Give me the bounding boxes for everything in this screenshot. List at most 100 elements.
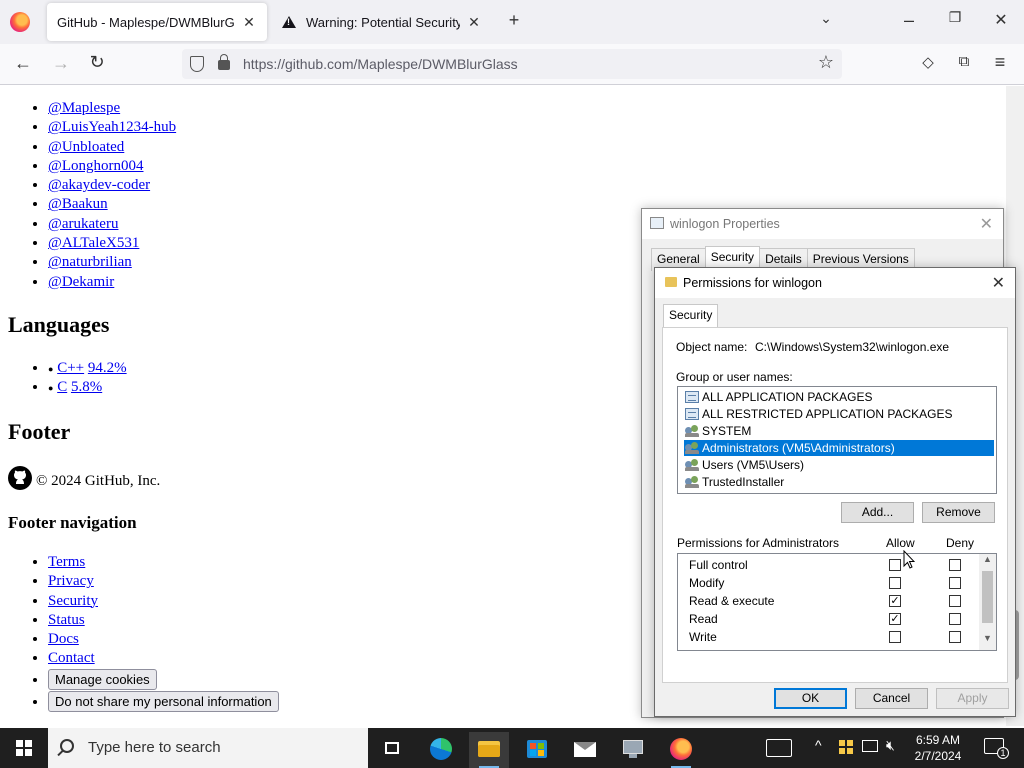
language-percent[interactable]: 5.8% <box>71 379 102 395</box>
volume-muted-icon[interactable]: 🔇︎ <box>886 737 895 754</box>
deny-read-execute-checkbox[interactable] <box>949 595 961 607</box>
windows-start-icon[interactable] <box>16 740 32 756</box>
back-arrow-icon[interactable]: ← <box>12 53 34 74</box>
list-item[interactable]: Users (VM5\Users) <box>684 457 994 473</box>
close-icon[interactable]: ✕ <box>241 14 257 31</box>
show-hidden-icons-icon[interactable]: ^ <box>815 737 822 753</box>
clock[interactable]: 6:59 AM 2/7/2024 <box>912 732 964 764</box>
edge-icon[interactable] <box>421 732 461 768</box>
deny-full-control-checkbox[interactable] <box>949 559 961 571</box>
network-app-icon[interactable] <box>613 732 653 768</box>
reload-icon[interactable]: ↻ <box>86 52 108 73</box>
contributor-link[interactable]: @Baakun <box>48 196 108 212</box>
minimize-button[interactable]: – <box>898 10 920 31</box>
contributor-link[interactable]: @ALTaleX531 <box>48 235 139 251</box>
contributor-link[interactable]: @akaydev-coder <box>48 177 150 193</box>
add-button[interactable]: Add... <box>841 502 914 523</box>
footer-link-status[interactable]: Status <box>48 612 85 628</box>
cancel-button[interactable]: Cancel <box>855 688 928 709</box>
scroll-up-arrow-icon[interactable]: ▲ <box>979 554 996 571</box>
list-item-selected[interactable]: Administrators (VM5\Administrators) <box>684 440 994 456</box>
allow-read-checkbox[interactable]: ✓ <box>889 613 901 625</box>
bookmark-star-icon[interactable]: ☆ <box>818 52 834 73</box>
contributor-link[interactable]: @LuisYeah1234-hub <box>48 119 176 135</box>
firefox-icon[interactable] <box>661 732 701 768</box>
language-name[interactable]: C <box>57 379 67 395</box>
permissions-scrollbar[interactable]: ▲ ▼ <box>979 554 996 650</box>
close-icon[interactable]: ✕ <box>992 273 1005 293</box>
language-name[interactable]: C++ <box>57 360 84 376</box>
allow-full-control-checkbox[interactable] <box>889 559 901 571</box>
allow-modify-checkbox[interactable] <box>889 577 901 589</box>
permission-row: Read & execute <box>689 592 774 610</box>
permissions-dialog: Permissions for winlogon ✕ Security Obje… <box>654 267 1016 717</box>
folder-icon <box>665 277 677 287</box>
tab-security-warning[interactable]: Warning: Potential Security Risk ✕ <box>272 3 492 41</box>
search-placeholder[interactable]: Type here to search <box>88 739 221 756</box>
remove-button[interactable]: Remove <box>922 502 995 523</box>
footer-link-security[interactable]: Security <box>48 593 98 609</box>
extensions-icon[interactable]: ⧉ <box>954 53 974 70</box>
file-explorer-icon[interactable] <box>469 732 509 768</box>
mail-icon[interactable] <box>565 732 605 768</box>
deny-read-checkbox[interactable] <box>949 613 961 625</box>
package-icon <box>685 391 699 403</box>
tab-security[interactable]: Security <box>704 246 761 269</box>
footer-heading: Footer <box>8 419 71 444</box>
list-all-tabs-icon[interactable]: ⌄ <box>816 10 836 27</box>
contributor-link[interactable]: @Unbloated <box>48 139 124 155</box>
new-tab-button[interactable]: + <box>504 10 524 31</box>
forward-arrow-icon[interactable]: → <box>50 53 72 74</box>
list-item[interactable]: TrustedInstaller <box>684 474 994 490</box>
firefox-logo-icon[interactable] <box>10 12 30 32</box>
permissions-list[interactable]: Full control Modify Read & execute Read … <box>677 553 997 651</box>
shield-tray-icon[interactable] <box>838 739 854 755</box>
contributor-link[interactable]: @arukateru <box>48 216 118 232</box>
permission-name: Read & execute <box>689 594 775 608</box>
allow-read-execute-checkbox[interactable]: ✓ <box>889 595 901 607</box>
footer-link-terms[interactable]: Terms <box>48 554 85 570</box>
list-item: @naturbrilian <box>48 253 176 272</box>
list-item: @Dekamir <box>48 273 176 292</box>
contributor-link[interactable]: @Maplespe <box>48 100 120 116</box>
network-icon[interactable] <box>862 740 878 752</box>
url-text[interactable]: https://github.com/Maplespe/DWMBlurGlass <box>243 56 518 72</box>
shield-icon[interactable] <box>190 56 204 72</box>
scroll-down-arrow-icon[interactable]: ▼ <box>979 633 996 650</box>
pocket-icon[interactable]: ◇ <box>918 53 938 71</box>
task-view-icon[interactable] <box>372 732 412 768</box>
contributor-link[interactable]: @Dekamir <box>48 274 114 290</box>
github-logo-icon[interactable] <box>8 466 32 490</box>
footer-link-docs[interactable]: Docs <box>48 631 79 647</box>
apply-button[interactable]: Apply <box>936 688 1009 709</box>
close-icon[interactable]: ✕ <box>980 214 993 234</box>
list-item[interactable]: SYSTEM <box>684 423 994 439</box>
deny-write-checkbox[interactable] <box>949 631 961 643</box>
contributor-link[interactable]: @naturbrilian <box>48 254 132 270</box>
menu-icon[interactable]: ≡ <box>990 52 1010 73</box>
footer-link-contact[interactable]: Contact <box>48 650 95 666</box>
close-window-button[interactable]: ✕ <box>990 10 1012 30</box>
restore-button[interactable]: ❐ <box>944 9 966 26</box>
tab-security[interactable]: Security <box>663 304 719 327</box>
list-item[interactable]: ALL APPLICATION PACKAGES <box>684 389 994 405</box>
contributor-link[interactable]: @Longhorn004 <box>48 158 143 174</box>
language-percent[interactable]: 94.2% <box>88 360 127 376</box>
deny-modify-checkbox[interactable] <box>949 577 961 589</box>
list-item[interactable]: ALL RESTRICTED APPLICATION PACKAGES <box>684 406 994 422</box>
ok-button[interactable]: OK <box>774 688 847 709</box>
notification-icon[interactable]: 1 <box>984 738 1009 759</box>
group-user-listbox[interactable]: ALL APPLICATION PACKAGES ALL RESTRICTED … <box>677 386 997 494</box>
scrollbar-thumb[interactable] <box>982 571 993 623</box>
taskbar-search-box[interactable]: Type here to search <box>48 728 368 768</box>
footer-link-privacy[interactable]: Privacy <box>48 573 94 589</box>
microsoft-store-icon[interactable] <box>517 732 557 768</box>
allow-write-checkbox[interactable] <box>889 631 901 643</box>
url-bar[interactable]: https://github.com/Maplespe/DWMBlurGlass… <box>182 49 842 79</box>
lock-icon[interactable] <box>218 54 230 70</box>
keyboard-icon[interactable] <box>766 739 792 757</box>
do-not-share-button[interactable]: Do not share my personal information <box>48 690 279 712</box>
tab-github[interactable]: GitHub - Maplespe/DWMBlurGlass ✕ <box>47 3 267 41</box>
close-icon[interactable]: ✕ <box>466 14 482 31</box>
manage-cookies-button[interactable]: Manage cookies <box>48 668 157 690</box>
